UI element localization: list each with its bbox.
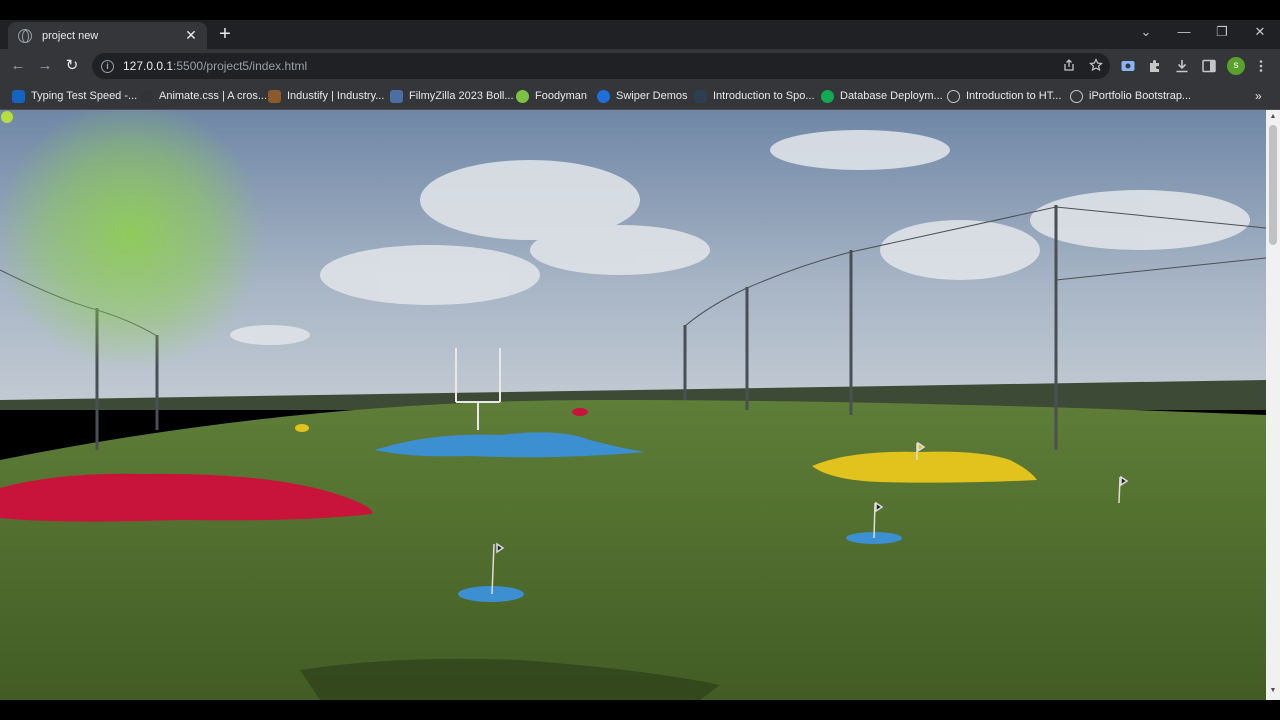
browser-toolbar: ← → ↻ i 127.0.0.1:5500/project5/index.ht…	[0, 49, 1280, 83]
bookmark-label: Industify | Industry...	[287, 90, 385, 102]
scroll-down-arrow-icon[interactable]: ▼	[1269, 687, 1277, 694]
golf-range-hero-image	[0, 110, 1266, 700]
yellow-marker	[295, 424, 309, 432]
bookmarks-overflow-button[interactable]: »	[1255, 89, 1262, 103]
keyboard-icon	[12, 89, 25, 103]
address-bar[interactable]: i 127.0.0.1:5500/project5/index.html	[92, 53, 1110, 79]
screen-capture-icon[interactable]	[1120, 58, 1136, 74]
bookmark-label: Swiper Demos	[616, 90, 688, 102]
blue-putting-circle	[458, 586, 524, 602]
vertical-scrollbar[interactable]: ▲ ▼	[1266, 110, 1280, 700]
bookmark-database-deploy[interactable]: Database Deploym...	[821, 88, 943, 104]
globe-icon	[947, 89, 960, 103]
mongodb-leaf-icon	[821, 89, 834, 103]
globe-icon	[1070, 89, 1083, 103]
course-logo-icon	[694, 89, 707, 103]
site-info-icon[interactable]: i	[101, 59, 114, 73]
bookmark-label: Typing Test Speed -...	[31, 90, 138, 102]
page-viewport[interactable]	[0, 110, 1266, 700]
download-icon[interactable]	[1174, 58, 1190, 74]
bookmark-filmyzilla[interactable]: FilmyZilla 2023 Boll...	[390, 88, 514, 104]
bookmark-foodyman[interactable]: Foodyman	[516, 88, 587, 104]
bookmark-label: Foodyman	[535, 90, 587, 102]
side-panel-icon[interactable]	[1201, 58, 1217, 74]
tab-strip: project new ✕ + ⌄ — ❐ ✕	[0, 20, 1280, 49]
foodyman-logo-icon	[516, 89, 529, 103]
red-marker	[572, 408, 588, 416]
scrollbar-thumb[interactable]	[1269, 125, 1277, 245]
cursor-dot	[1, 111, 13, 123]
minimize-button[interactable]: —	[1172, 24, 1196, 39]
url-host: 127.0.0.1	[123, 59, 174, 73]
bookmarks-bar: Typing Test Speed -... Animate.css | A c…	[0, 83, 1280, 110]
scroll-up-arrow-icon[interactable]: ▲	[1269, 113, 1277, 120]
bookmark-label: Introduction to Spo...	[713, 90, 815, 102]
bookmark-swiper-demos[interactable]: Swiper Demos	[597, 88, 688, 104]
tab-title: project new	[42, 29, 99, 42]
filmyzilla-logo-icon	[390, 89, 403, 103]
industify-logo-icon	[268, 89, 281, 103]
bookmark-label: iPortfolio Bootstrap...	[1089, 90, 1192, 102]
profile-avatar[interactable]: s	[1227, 57, 1245, 75]
tab-active[interactable]: project new ✕	[8, 22, 207, 49]
bookmark-industify[interactable]: Industify | Industry...	[268, 88, 384, 104]
forward-button[interactable]: →	[35, 56, 55, 76]
tab-search-chevron-icon[interactable]: ⌄	[1134, 24, 1158, 40]
os-bottom-bar	[0, 700, 1280, 720]
bookmark-intro-spo[interactable]: Introduction to Spo...	[694, 88, 815, 104]
url-path: :5500/project5/index.html	[173, 59, 308, 73]
bookmark-label: Introduction to HT...	[966, 90, 1062, 102]
bookmark-animate-css[interactable]: Animate.css | A cros...	[140, 88, 267, 104]
extensions-icon[interactable]	[1147, 58, 1163, 74]
back-button[interactable]: ←	[8, 56, 28, 76]
globe-icon	[18, 28, 32, 43]
star-icon[interactable]	[1087, 58, 1105, 72]
bookmark-typing-test[interactable]: Typing Test Speed -...	[12, 88, 137, 104]
bookmark-label: Animate.css | A cros...	[159, 90, 268, 102]
os-top-bar	[0, 0, 1280, 20]
reload-button[interactable]: ↻	[62, 56, 82, 76]
window-close-button[interactable]: ✕	[1248, 24, 1272, 40]
tab-close-icon[interactable]: ✕	[181, 27, 201, 44]
bookmark-label: Database Deploym...	[840, 90, 943, 102]
share-icon[interactable]	[1060, 58, 1078, 72]
swiper-logo-icon	[597, 89, 610, 103]
restore-button[interactable]: ❐	[1210, 24, 1234, 40]
menu-icon[interactable]	[1253, 58, 1269, 74]
animate-logo-icon	[140, 89, 153, 103]
bookmark-label: FilmyZilla 2023 Boll...	[409, 90, 514, 102]
bookmark-intro-ht[interactable]: Introduction to HT...	[947, 88, 1061, 104]
grass-field	[0, 400, 1266, 700]
url-text[interactable]: 127.0.0.1:5500/project5/index.html	[123, 59, 307, 73]
bookmark-iportfolio[interactable]: iPortfolio Bootstrap...	[1070, 88, 1191, 104]
new-tab-button[interactable]: +	[214, 24, 236, 44]
